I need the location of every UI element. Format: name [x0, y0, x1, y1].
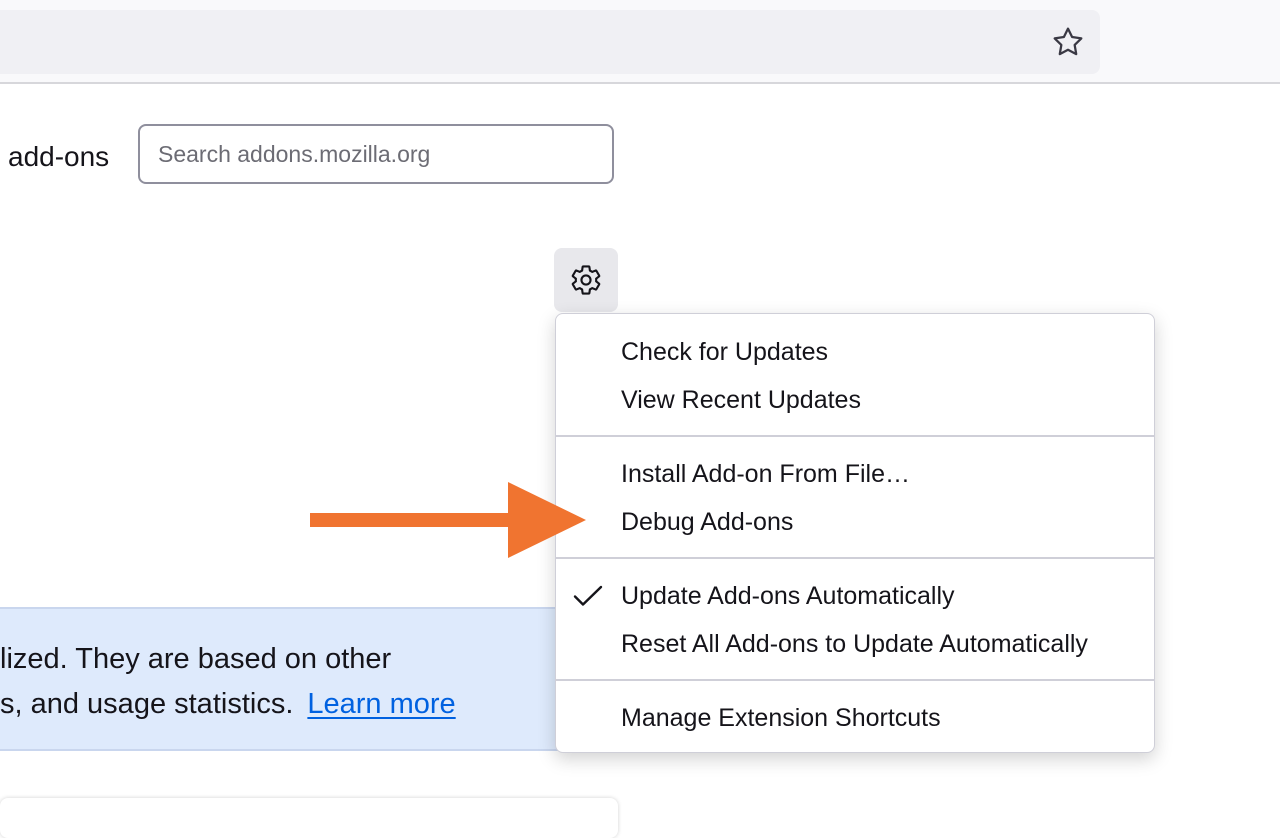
arrow-shaft — [310, 513, 514, 527]
learn-more-link[interactable]: Learn more — [307, 688, 455, 720]
menu-item-reset-all-addons[interactable]: Reset All Add-ons to Update Automaticall… — [556, 620, 1154, 668]
menu-item-update-automatically[interactable]: Update Add-ons Automatically — [556, 572, 1154, 620]
addon-card — [0, 798, 618, 838]
search-input[interactable] — [138, 124, 614, 184]
menu-item-label: Update Add-ons Automatically — [621, 582, 955, 610]
menu-item-label: Manage Extension Shortcuts — [621, 704, 941, 732]
url-bar[interactable] — [0, 10, 1100, 74]
arrow-head — [508, 482, 586, 558]
gear-icon — [571, 265, 601, 295]
menu-item-install-from-file[interactable]: Install Add-on From File… — [556, 450, 1154, 498]
annotation-arrow-icon — [310, 482, 586, 558]
checkmark-icon — [573, 585, 603, 606]
bookmark-star-button[interactable] — [1046, 22, 1090, 62]
menu-item-debug-addons[interactable]: Debug Add-ons — [556, 498, 1154, 546]
menu-item-label: View Recent Updates — [621, 386, 861, 414]
notice-text: s, and usage statistics. — [0, 688, 294, 720]
tools-menu-popup: Check for Updates View Recent Updates In… — [555, 313, 1155, 753]
menu-item-view-recent-updates[interactable]: View Recent Updates — [556, 376, 1154, 424]
notice-text-line-1: lized. They are based on other — [0, 643, 392, 675]
menu-item-label: Reset All Add-ons to Update Automaticall… — [621, 630, 1088, 658]
menu-item-manage-shortcuts[interactable]: Manage Extension Shortcuts — [556, 694, 1154, 742]
page-heading: add-ons — [8, 141, 110, 172]
browser-toolbar — [0, 0, 1280, 84]
menu-separator — [556, 679, 1154, 681]
star-outline-icon — [1053, 27, 1083, 56]
menu-item-label: Debug Add-ons — [621, 508, 794, 536]
tools-menu-button[interactable] — [554, 248, 618, 312]
notice-text-line-2: s, and usage statistics. Learn more — [0, 688, 456, 721]
menu-separator — [556, 435, 1154, 437]
menu-item-label: Install Add-on From File… — [621, 460, 910, 488]
recommendation-notice: lized. They are based on other s, and us… — [0, 607, 570, 751]
menu-separator — [556, 557, 1154, 559]
menu-item-label: Check for Updates — [621, 338, 829, 366]
menu-item-check-updates[interactable]: Check for Updates — [556, 328, 1154, 376]
